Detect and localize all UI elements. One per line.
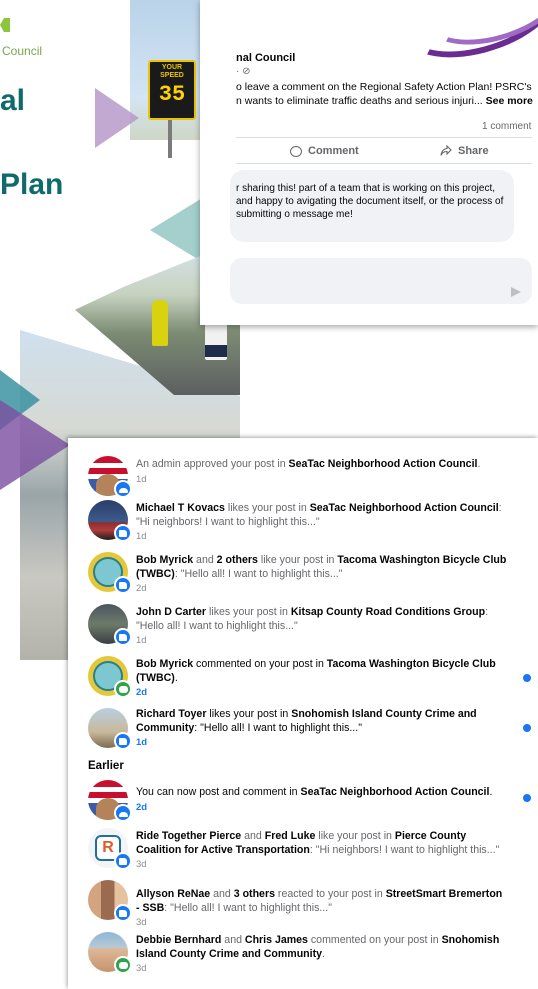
notification-time: 2d (136, 687, 148, 698)
unread-dot (523, 794, 531, 802)
runner-shorts (205, 345, 227, 357)
notification-text: Ride Together Pierce and Fred Luke like … (136, 830, 508, 872)
notification-time: 2d (136, 583, 147, 594)
notification-text: John D Carter likes your post in Kitsap … (136, 606, 508, 648)
like-icon (114, 628, 132, 646)
notification-time: 3d (136, 963, 147, 974)
comment-button[interactable]: Comment (290, 143, 359, 159)
share-icon (440, 145, 452, 156)
comment-text: r sharing this! part of a team that is w… (236, 183, 504, 220)
write-comment-input[interactable] (230, 258, 532, 304)
notifications-panel: An admin approved your post in SeaTac Ne… (68, 438, 538, 989)
send-icon[interactable] (511, 287, 521, 297)
notification-text: Michael T Kovacs likes your post in SeaT… (136, 502, 508, 544)
group-icon (114, 804, 132, 822)
poster-headline-line2: Plan (0, 168, 64, 201)
notification-text: Debbie Bernhard and Chris James commente… (136, 934, 508, 976)
share-button[interactable]: Share (440, 143, 489, 159)
like-icon (114, 904, 132, 922)
comment-count[interactable]: 1 comment (482, 121, 531, 132)
notification-time: 1d (136, 737, 148, 748)
like-icon (114, 732, 132, 750)
notification-text: Bob Myrick commented on your post in Tac… (136, 658, 508, 700)
post-meta: · ⊘ (236, 66, 251, 77)
poster-headline-line1: al (0, 84, 26, 117)
group-icon (114, 480, 132, 498)
divider (236, 137, 532, 138)
like-icon (114, 524, 132, 542)
speed-sign-value: 35 (158, 82, 186, 107)
notification-text: Bob Myrick and 2 others like your post i… (136, 554, 507, 594)
sign-pole (168, 118, 172, 158)
like-icon (114, 576, 132, 594)
notification-time: 2d (136, 801, 148, 813)
notification-time: 1d (136, 473, 147, 485)
notification-text: You can now post and comment in SeaTac N… (136, 786, 508, 814)
section-earlier-heading: Earlier (88, 760, 124, 772)
unread-dot (523, 724, 531, 732)
cyclist-figure (152, 300, 168, 346)
comment-icon (114, 956, 132, 974)
notification-time: 1d (136, 635, 147, 646)
facebook-post-card: nal Council · ⊘ o leave a comment on the… (200, 0, 538, 325)
post-author-name[interactable]: nal Council (236, 52, 295, 64)
notification-time: 3d (136, 859, 147, 870)
speed-sign-label: YOUR SPEED (160, 64, 184, 79)
poster-purple-triangle (95, 88, 139, 148)
notification-text: Allyson ReNae and 3 others reacted to yo… (136, 888, 508, 930)
notification-text: An admin approved your post in SeaTac Ne… (136, 458, 508, 486)
poster-brand-text: Council (2, 44, 43, 58)
speed-sign: YOUR SPEED 35 (148, 60, 196, 120)
like-icon (114, 852, 132, 870)
psrc-logo-icon (0, 18, 10, 32)
comment-icon (290, 145, 302, 157)
post-body: o leave a comment on the Regional Safety… (236, 80, 536, 108)
comment-button-label: Comment (308, 145, 359, 157)
unread-dot (523, 674, 531, 682)
share-button-label: Share (458, 145, 489, 157)
notification-time: 3d (136, 917, 147, 928)
notification-text: Richard Toyer likes your post in Snohomi… (136, 708, 508, 750)
comment-icon (114, 680, 132, 698)
see-more-link[interactable]: See more (486, 95, 533, 107)
divider (236, 163, 532, 164)
notification-time: 1d (136, 531, 147, 542)
